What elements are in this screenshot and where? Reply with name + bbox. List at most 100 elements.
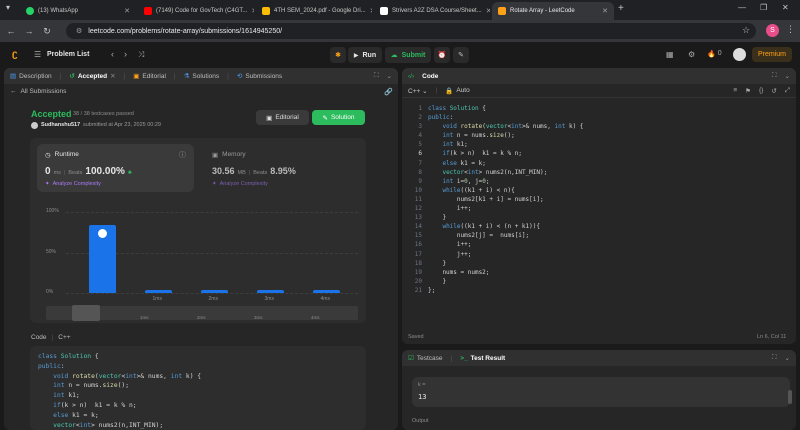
streak-counter[interactable]: 🔥 0: [707, 50, 722, 58]
grid-line: [66, 212, 358, 213]
settings-gear-icon[interactable]: ⚙: [688, 50, 695, 59]
tab-search-icon[interactable]: ▾: [6, 3, 10, 12]
panel-menu-icon[interactable]: ⌄: [785, 354, 790, 362]
forward-icon[interactable]: →: [22, 24, 36, 38]
share-link-icon[interactable]: 🔗: [384, 88, 393, 96]
user-avatar[interactable]: [733, 48, 746, 61]
tab-description[interactable]: ▤ Description: [10, 72, 52, 81]
fullscreen-icon[interactable]: ⤢: [785, 87, 790, 95]
code-editor-panel: ‹/› Code ⛶ ⌄ C++ ⌄ | 🔒 Auto ≡ ⚑ {} ↺ ⤢ 12…: [402, 68, 796, 344]
browser-menu-icon[interactable]: ⋮: [786, 24, 795, 35]
sparkle-icon: ✦: [45, 181, 50, 187]
back-icon[interactable]: ←: [4, 24, 18, 38]
close-window-icon[interactable]: ✕: [782, 3, 789, 12]
expand-icon[interactable]: ⛶: [772, 72, 777, 80]
code-line: void rotate(vector<int>& nums, int k) {: [442, 123, 584, 131]
solution-button[interactable]: ✎ Solution: [312, 110, 365, 125]
address-bar[interactable]: ⚙ leetcode.com/problems/rotate-array/sub…: [66, 23, 756, 39]
notes-button[interactable]: ✎: [453, 47, 469, 63]
expand-icon[interactable]: ⛶: [772, 354, 777, 362]
runtime-bar[interactable]: [144, 290, 172, 293]
tab-testcase[interactable]: ☑ Testcase: [408, 354, 442, 363]
editor-title: Code: [422, 72, 439, 80]
code-line: void rotate(vector<int>& nums, int k) {: [53, 372, 202, 380]
tab-editorial[interactable]: ▣ Editorial: [133, 72, 166, 81]
navigator-label: 3ms: [254, 315, 263, 320]
browser-tab-leetcode[interactable]: Rotate Array - LeetCode ✕: [492, 2, 614, 20]
debug-button[interactable]: ✱: [330, 47, 346, 63]
striver-icon: [380, 7, 388, 15]
shuffle-icon[interactable]: ⤨: [138, 50, 144, 60]
submitter-name[interactable]: Sudhanshu517: [41, 122, 80, 128]
runtime-card[interactable]: ◷ Runtime ⓘ 0 ms | Beats 100.00% ♣ ✦ Ana…: [37, 144, 194, 192]
runtime-bar[interactable]: [200, 290, 228, 293]
browser-tab-drive[interactable]: 4TH SEM_2024.pdf - Google Dri... ✕: [256, 2, 372, 20]
runtime-bar[interactable]: [256, 290, 284, 293]
tab-test-result[interactable]: >_ Test Result: [460, 355, 505, 362]
premium-button[interactable]: Premium: [752, 47, 792, 62]
prev-problem-icon[interactable]: ‹: [111, 49, 114, 59]
browser-tab-striver[interactable]: Strivers A2Z DSA Course/Sheet... ✕: [374, 2, 490, 20]
profile-avatar[interactable]: S: [766, 24, 779, 37]
memory-card[interactable]: ▣ Memory 30.56 MB | Beats 8.95% ✦ Analyz…: [208, 144, 358, 192]
submitted-code-block[interactable]: class Solution {public: void rotate(vect…: [30, 346, 366, 430]
site-info-icon[interactable]: ⚙: [76, 27, 82, 35]
runtime-bar[interactable]: [312, 290, 340, 293]
problem-list-icon[interactable]: ☰: [34, 50, 41, 59]
autocomplete-toggle[interactable]: 🔒 Auto: [445, 87, 469, 95]
analyze-complexity-link[interactable]: ✦ Analyze Complexity: [212, 181, 268, 187]
bookmark-icon[interactable]: ⚑: [745, 87, 751, 95]
minimize-icon[interactable]: —: [738, 3, 746, 12]
braces-icon[interactable]: {}: [759, 87, 763, 94]
format-icon[interactable]: ≡: [733, 87, 737, 94]
timer-button[interactable]: ⏰: [434, 47, 450, 63]
navigator-handle[interactable]: [72, 305, 100, 321]
tab-submissions[interactable]: ⟲ Submissions: [237, 72, 282, 81]
line-number: 18: [414, 259, 422, 267]
code-line: nums2[j] = nums[i];: [428, 232, 530, 240]
new-tab-icon[interactable]: +: [618, 3, 624, 14]
browser-tab-whatsapp[interactable]: (13) WhatsApp ✕: [20, 2, 136, 20]
close-tab-icon[interactable]: ✕: [486, 7, 490, 15]
fire-icon: 🔥: [707, 51, 716, 58]
next-problem-icon[interactable]: ›: [124, 49, 127, 59]
x-tick-label: 2ms: [208, 296, 218, 302]
tab-accepted[interactable]: ↺ Accepted ✕: [69, 72, 115, 81]
leetcode-logo-icon[interactable]: ʗ: [12, 49, 22, 61]
browser-tab-youtube[interactable]: (7149) Code for GovTech (C4GT... ✕: [138, 2, 254, 20]
problem-list-link[interactable]: Problem List: [47, 51, 89, 58]
status-accepted: Accepted: [31, 109, 72, 119]
memory-unit: MB: [237, 170, 246, 176]
layout-icon[interactable]: ▦: [666, 50, 674, 59]
run-button[interactable]: ▶ Run: [348, 47, 382, 63]
reset-icon[interactable]: ↺: [771, 87, 776, 95]
code-line: class Solution {: [428, 105, 486, 112]
submit-button[interactable]: ☁ Submit: [385, 47, 431, 63]
scrollbar[interactable]: [788, 390, 792, 404]
expand-icon[interactable]: ⛶: [374, 72, 379, 80]
editorial-button[interactable]: ▣ Editorial: [256, 110, 309, 125]
reload-icon[interactable]: ↻: [40, 24, 54, 38]
lock-icon: 🔒: [445, 87, 454, 95]
bookmark-star-icon[interactable]: ☆: [742, 25, 750, 36]
line-numbers: 1 2 3 4 5 6 7 8 9 10 11 12 13 14 15 16 17 18 19 20 21: [404, 104, 422, 295]
close-tab-icon[interactable]: ✕: [124, 7, 130, 15]
code-editor[interactable]: class Solution {public: void rotate(vect…: [428, 104, 583, 295]
browser-tab-strip: (13) WhatsApp ✕ (7149) Code for GovTech …: [0, 0, 800, 20]
line-number: 17: [414, 250, 422, 258]
panel-menu-icon[interactable]: ⌄: [785, 72, 790, 80]
language-select[interactable]: C++ ⌄: [408, 87, 428, 95]
analyze-complexity-link[interactable]: ✦ Analyze Complexity: [45, 181, 101, 187]
close-tab-icon[interactable]: ✕: [110, 72, 115, 80]
close-tab-icon[interactable]: ✕: [602, 7, 608, 15]
code-line: vector<int> nums2(n,INT_MIN);: [53, 421, 164, 429]
close-tab-icon[interactable]: ✕: [251, 7, 254, 15]
all-submissions-link[interactable]: ← All Submissions: [10, 88, 66, 95]
close-tab-icon[interactable]: ✕: [370, 7, 372, 15]
panel-menu-icon[interactable]: ⌄: [387, 72, 392, 80]
tab-solutions[interactable]: ⚗ Solutions: [184, 72, 220, 81]
code-line: class Solution {: [38, 353, 99, 360]
info-icon[interactable]: ⓘ: [179, 150, 186, 160]
maximize-icon[interactable]: ❐: [760, 3, 767, 12]
your-submission-avatar: [97, 228, 107, 238]
